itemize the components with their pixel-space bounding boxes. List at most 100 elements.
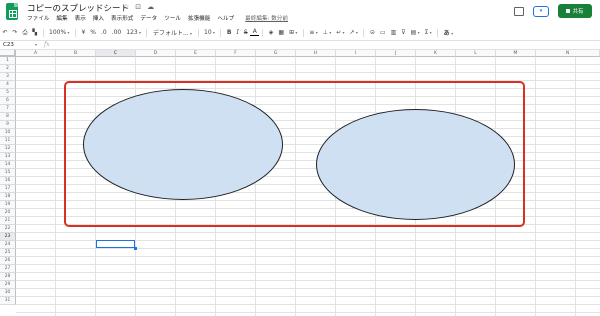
menu-file[interactable]: ファイル: [27, 14, 49, 22]
menu-edit[interactable]: 編集: [56, 14, 67, 22]
italic-button[interactable]: I: [234, 29, 241, 36]
functions-icon[interactable]: Σ: [422, 29, 434, 36]
toolbar-divider: [363, 28, 365, 37]
row-header-4[interactable]: 4: [0, 81, 16, 89]
row-header-20[interactable]: 20: [0, 209, 16, 217]
font-size-select[interactable]: 10: [202, 29, 218, 36]
column-header-f[interactable]: F: [216, 50, 256, 57]
menu-view[interactable]: 表示: [75, 14, 86, 22]
row-header-3[interactable]: 3: [0, 73, 16, 81]
borders-icon[interactable]: ▦: [276, 29, 287, 36]
menu-format[interactable]: 表示形式: [111, 14, 133, 22]
column-header-i[interactable]: I: [336, 50, 376, 57]
row-header-17[interactable]: 17: [0, 185, 16, 193]
fill-color-icon[interactable]: ◈: [266, 29, 276, 36]
formula-bar: C23 ▾ fx: [0, 40, 600, 50]
increase-decimal-button[interactable]: .00: [109, 29, 124, 36]
row-header-7[interactable]: 7: [0, 105, 16, 113]
row-header-19[interactable]: 19: [0, 201, 16, 209]
filter-icon[interactable]: ⊽: [399, 29, 408, 36]
row-header-10[interactable]: 10: [0, 129, 16, 137]
text-color-button[interactable]: A: [250, 29, 260, 36]
sheets-logo-icon[interactable]: [6, 3, 18, 20]
row-header-16[interactable]: 16: [0, 177, 16, 185]
more-formats-select[interactable]: 123: [124, 29, 144, 36]
name-box[interactable]: C23: [3, 42, 14, 48]
row-header-9[interactable]: 9: [0, 121, 16, 129]
document-title[interactable]: コピーのスプレッドシート: [27, 2, 129, 14]
row-header-2[interactable]: 2: [0, 65, 16, 73]
insert-chart-icon[interactable]: ▥: [388, 29, 399, 36]
horizontal-align-icon[interactable]: ≡: [307, 29, 320, 36]
row-header-15[interactable]: 15: [0, 169, 16, 177]
insert-link-icon[interactable]: ⊝: [367, 29, 377, 36]
last-edit-link[interactable]: 最終編集: 数分前: [245, 14, 288, 22]
strikethrough-button[interactable]: S: [241, 29, 250, 36]
input-tools-icon[interactable]: あ: [441, 28, 455, 37]
row-header-31[interactable]: 31: [0, 297, 16, 305]
row-header-28[interactable]: 28: [0, 273, 16, 281]
column-header-m[interactable]: M: [496, 50, 536, 57]
row-header-21[interactable]: 21: [0, 217, 16, 225]
column-header-c[interactable]: C: [96, 50, 136, 57]
insert-comment-icon[interactable]: ▭: [377, 29, 388, 36]
row-header-27[interactable]: 27: [0, 265, 16, 273]
row-header-23[interactable]: 23: [0, 233, 16, 241]
paint-format-icon[interactable]: ▚: [30, 29, 40, 36]
currency-format-button[interactable]: ¥: [79, 29, 88, 36]
column-header-k[interactable]: K: [416, 50, 456, 57]
row-header-26[interactable]: 26: [0, 257, 16, 265]
row-header-30[interactable]: 30: [0, 289, 16, 297]
row-header-6[interactable]: 6: [0, 97, 16, 105]
active-cell-selection[interactable]: [96, 240, 137, 250]
row-header-24[interactable]: 24: [0, 241, 16, 249]
name-box-dropdown-icon[interactable]: ▾: [35, 42, 37, 47]
row-header-1[interactable]: 1: [0, 57, 16, 65]
toolbar-divider: [302, 28, 304, 37]
row-header-8[interactable]: 8: [0, 113, 16, 121]
row-header-12[interactable]: 12: [0, 145, 16, 153]
column-header-e[interactable]: E: [176, 50, 216, 57]
row-header-29[interactable]: 29: [0, 281, 16, 289]
column-header-n[interactable]: N: [536, 50, 600, 57]
bold-button[interactable]: B: [224, 29, 234, 36]
text-wrap-icon[interactable]: ↵: [334, 29, 347, 36]
redo-icon[interactable]: ↷: [10, 29, 20, 36]
row-header-25[interactable]: 25: [0, 249, 16, 257]
merge-cells-icon[interactable]: ⊞: [287, 29, 300, 36]
text-rotation-icon[interactable]: ↗: [347, 29, 360, 36]
present-button[interactable]: ▾: [533, 5, 549, 17]
row-header-13[interactable]: 13: [0, 153, 16, 161]
row-header-22[interactable]: 22: [0, 225, 16, 233]
menu-data[interactable]: データ: [140, 14, 157, 22]
comment-history-icon[interactable]: [514, 6, 524, 16]
menu-tools[interactable]: ツール: [164, 14, 181, 22]
row-header-18[interactable]: 18: [0, 193, 16, 201]
column-header-h[interactable]: H: [296, 50, 336, 57]
row-header-5[interactable]: 5: [0, 89, 16, 97]
print-icon[interactable]: ⎙: [20, 29, 30, 37]
menu-insert[interactable]: 挿入: [93, 14, 104, 22]
column-header-b[interactable]: B: [56, 50, 96, 57]
row-header-14[interactable]: 14: [0, 161, 16, 169]
cloud-icon[interactable]: ☁: [147, 3, 154, 11]
column-header-g[interactable]: G: [256, 50, 296, 57]
menu-extensions[interactable]: 拡張機能: [188, 14, 210, 22]
folder-icon[interactable]: ⊡: [135, 3, 141, 11]
column-header-d[interactable]: D: [136, 50, 176, 57]
share-button[interactable]: 共有: [558, 4, 592, 18]
select-all-corner[interactable]: [0, 50, 16, 57]
row-header-11[interactable]: 11: [0, 137, 16, 145]
decrease-decimal-button[interactable]: .0: [98, 29, 109, 36]
star-icon[interactable]: ☆: [123, 3, 129, 11]
filter-views-icon[interactable]: ▤: [408, 29, 422, 36]
menu-help[interactable]: ヘルプ: [217, 14, 234, 22]
zoom-select[interactable]: 100%: [47, 29, 72, 36]
undo-icon[interactable]: ↶: [0, 29, 10, 36]
column-header-a[interactable]: A: [16, 50, 56, 57]
column-header-l[interactable]: L: [456, 50, 496, 57]
percent-format-button[interactable]: %: [88, 29, 99, 36]
vertical-align-icon[interactable]: ⊥: [320, 29, 334, 36]
font-family-select[interactable]: デフォルト...: [150, 28, 194, 37]
column-header-j[interactable]: J: [376, 50, 416, 57]
